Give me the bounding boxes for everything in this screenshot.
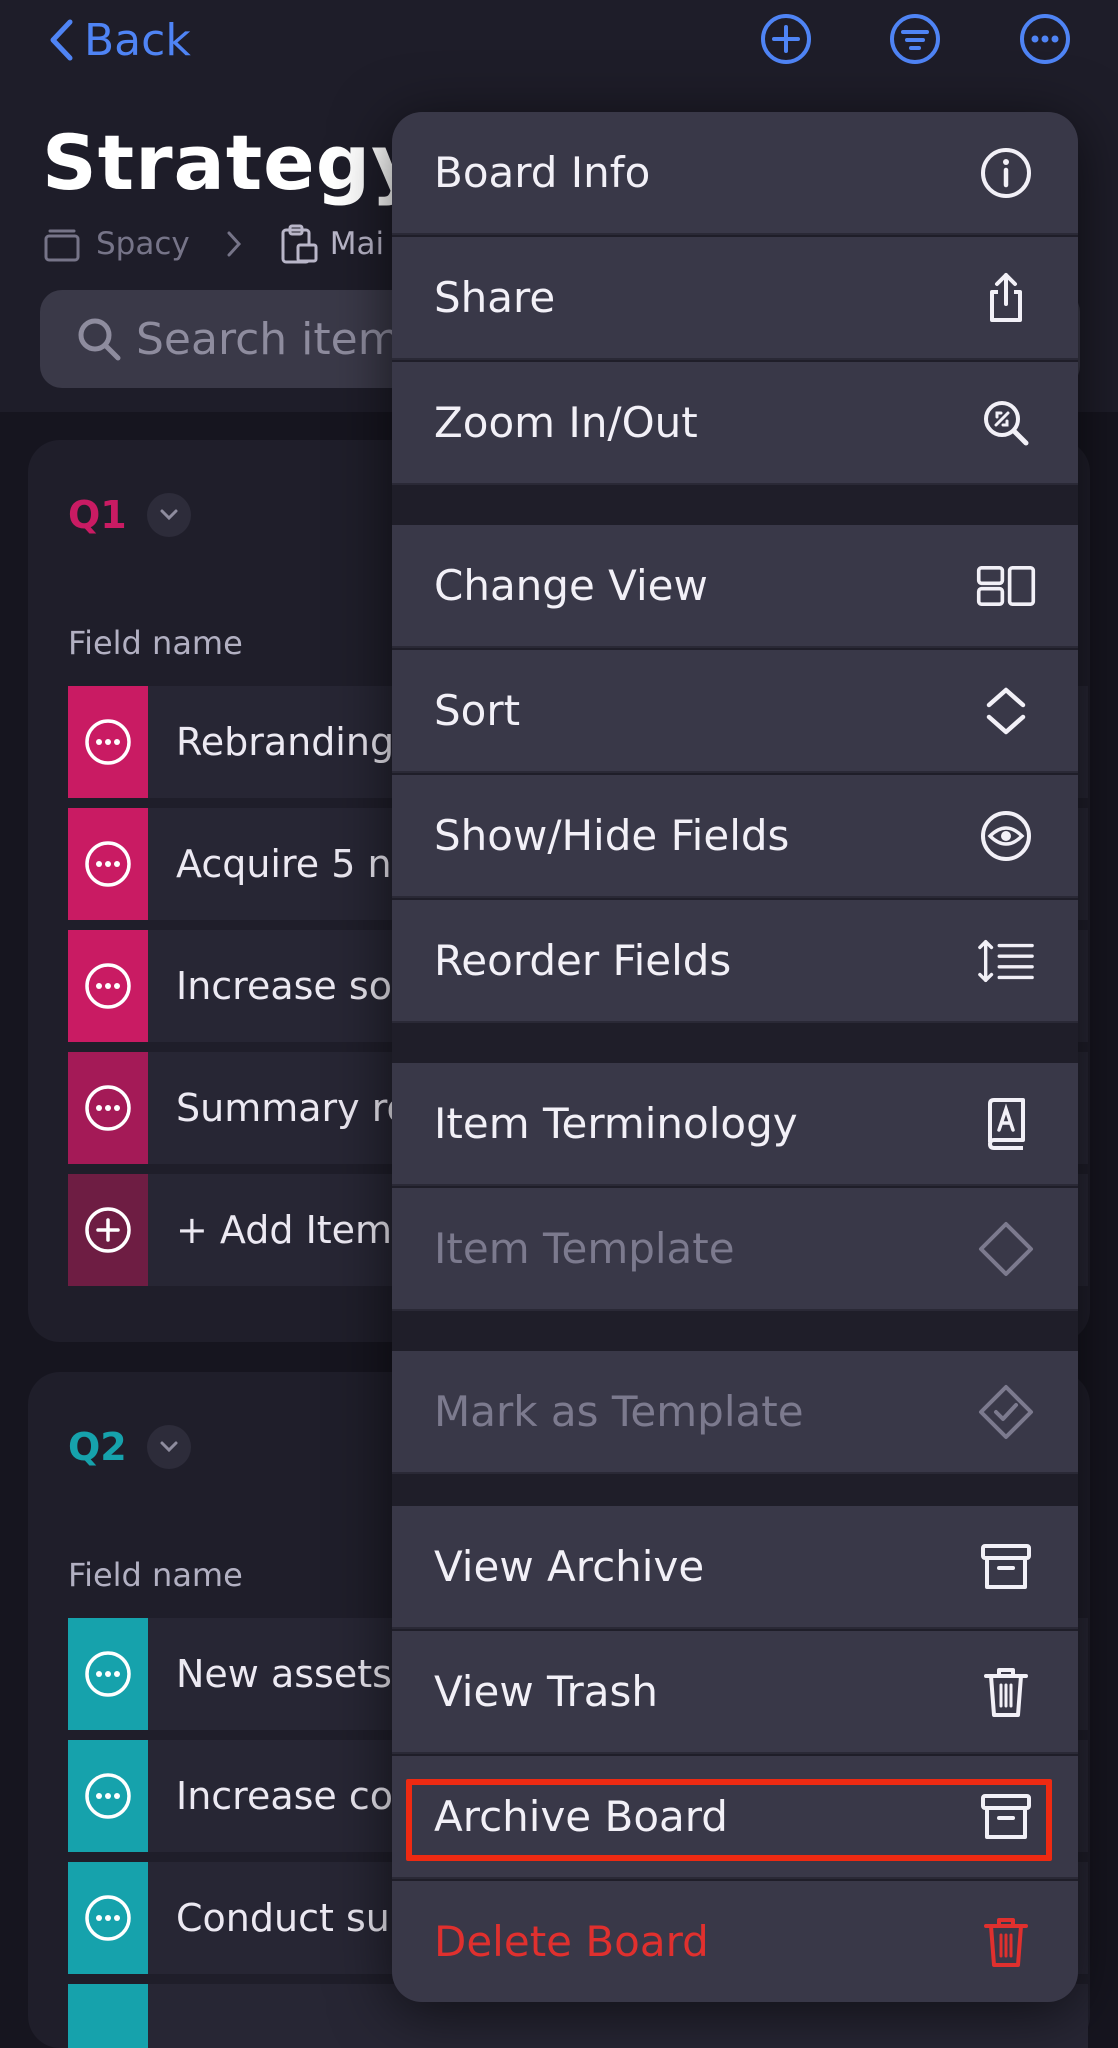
back-button[interactable]: Back	[48, 10, 191, 70]
menu-item-label: View Archive	[434, 1542, 705, 1591]
more-icon[interactable]	[68, 686, 148, 798]
menu-item-show-hide-fields[interactable]: Show/Hide Fields	[392, 775, 1078, 898]
layout-icon	[976, 556, 1036, 616]
reorder-icon	[976, 931, 1036, 991]
menu-item-label: Delete Board	[434, 1917, 709, 1966]
menu-item-change-view[interactable]: Change View	[392, 525, 1078, 648]
menu-item-label: Board Info	[434, 148, 651, 197]
board-options-menu: Board Info Share Zoom In/Out Change View…	[392, 112, 1078, 2002]
menu-item-reorder-fields[interactable]: Reorder Fields	[392, 900, 1078, 1023]
item-title: Increase co	[176, 1774, 394, 1818]
breadcrumb-space[interactable]: Spacy	[96, 226, 190, 262]
more-icon[interactable]	[68, 930, 148, 1042]
search-placeholder: Search item	[136, 313, 401, 365]
trash-icon	[976, 1662, 1036, 1722]
menu-item-board-info[interactable]: Board Info	[392, 112, 1078, 235]
chevron-down-icon[interactable]	[146, 1425, 191, 1469]
breadcrumb: Spacy Mai	[42, 222, 384, 266]
row-color-tag	[68, 1984, 148, 2048]
dictionary-icon	[976, 1094, 1036, 1154]
column-header: Field name	[68, 624, 243, 662]
menu-item-share[interactable]: Share	[392, 237, 1078, 360]
menu-item-label: Change View	[434, 561, 708, 610]
menu-item-label: Archive Board	[434, 1792, 728, 1841]
item-title: Summary ro	[176, 1086, 410, 1130]
diamond-icon	[976, 1219, 1036, 1279]
column-header: Field name	[68, 1556, 243, 1594]
group-label: Q1	[68, 493, 127, 537]
stack-icon	[44, 229, 80, 262]
diamond-check-icon	[976, 1382, 1036, 1442]
menu-item-label: Sort	[434, 686, 521, 735]
menu-item-delete-board[interactable]: Delete Board	[392, 1881, 1078, 2002]
more-icon[interactable]	[68, 1740, 148, 1852]
menu-item-label: View Trash	[434, 1667, 659, 1716]
menu-item-sort[interactable]: Sort	[392, 650, 1078, 773]
group-header[interactable]: Q1	[68, 493, 191, 537]
menu-item-label: Zoom In/Out	[434, 398, 698, 447]
menu-item-label: Show/Hide Fields	[434, 811, 790, 860]
more-icon[interactable]	[68, 1052, 148, 1164]
search-icon	[78, 318, 121, 361]
menu-item-label: Item Template	[434, 1224, 735, 1273]
menu-item-item-terminology[interactable]: Item Terminology	[392, 1063, 1078, 1186]
archive-icon	[976, 1537, 1036, 1597]
more-icon[interactable]	[68, 1618, 148, 1730]
add-item-label: + Add Item	[176, 1208, 393, 1252]
menu-item-view-archive[interactable]: View Archive	[392, 1506, 1078, 1629]
add-icon[interactable]	[759, 12, 813, 66]
info-icon	[976, 143, 1036, 203]
share-icon	[976, 268, 1036, 328]
menu-item-label: Item Terminology	[434, 1099, 798, 1148]
zoom-icon	[976, 393, 1036, 453]
group-label: Q2	[68, 1425, 127, 1469]
chevron-right-icon	[227, 231, 241, 257]
group-header[interactable]: Q2	[68, 1425, 191, 1469]
filter-icon[interactable]	[888, 12, 942, 66]
add-icon	[68, 1174, 148, 1286]
menu-item-item-template: Item Template	[392, 1188, 1078, 1311]
trash-icon	[976, 1912, 1036, 1972]
sort-icon	[976, 681, 1036, 741]
breadcrumb-section[interactable]: Mai	[330, 226, 384, 262]
menu-item-archive-board[interactable]: Archive Board	[392, 1756, 1078, 1879]
page-title: Strategy	[42, 118, 422, 207]
item-title: Acquire 5 n	[176, 842, 392, 886]
menu-item-mark-as-template: Mark as Template	[392, 1351, 1078, 1474]
menu-item-label: Reorder Fields	[434, 936, 732, 985]
menu-item-view-trash[interactable]: View Trash	[392, 1631, 1078, 1754]
menu-item-zoom[interactable]: Zoom In/Out	[392, 362, 1078, 485]
menu-item-label: Mark as Template	[434, 1387, 804, 1436]
back-label: Back	[84, 14, 191, 66]
eye-icon	[976, 806, 1036, 866]
item-title: Rebranding	[176, 720, 395, 764]
chevron-down-icon[interactable]	[146, 493, 191, 537]
more-icon[interactable]	[68, 1862, 148, 1974]
more-icon[interactable]	[68, 808, 148, 920]
item-title: Conduct su	[176, 1896, 390, 1940]
item-title: New assets	[176, 1652, 392, 1696]
archive-icon	[976, 1787, 1036, 1847]
menu-item-label: Share	[434, 273, 556, 322]
item-title: Increase so	[176, 964, 392, 1008]
clipboard-icon	[281, 224, 318, 264]
chevron-left-icon	[50, 19, 73, 61]
more-icon[interactable]	[1018, 12, 1072, 66]
